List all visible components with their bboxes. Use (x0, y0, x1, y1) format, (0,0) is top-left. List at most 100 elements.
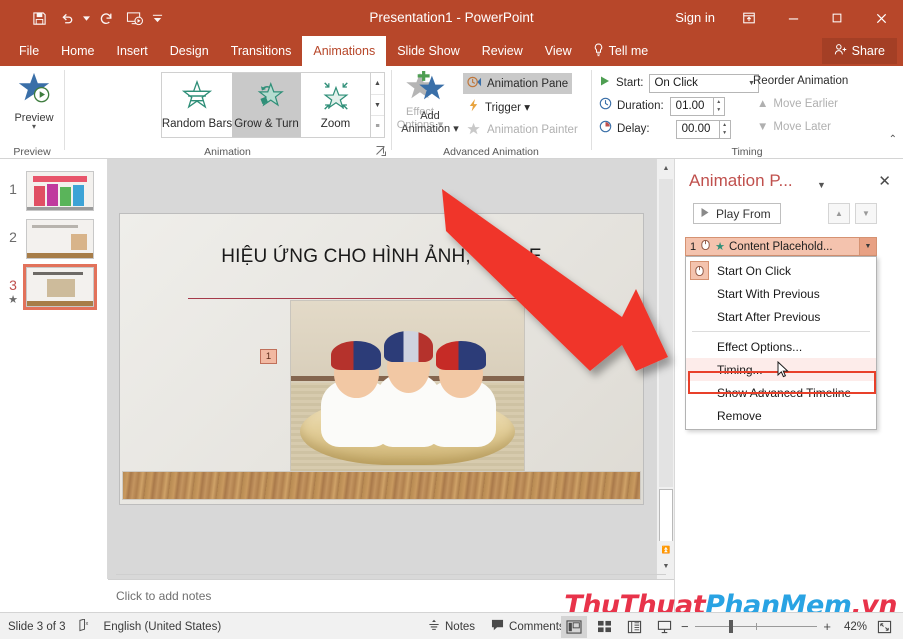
notes-button[interactable]: Notes (428, 619, 475, 634)
delay-clock-icon (599, 120, 612, 138)
menu-item-label: Start On Click (717, 263, 792, 278)
tab-animations[interactable]: Animations (302, 36, 387, 66)
canvas-vertical-scrollbar[interactable]: ▲ ▼ ⏫ ⏬ (656, 159, 675, 579)
menu-item-label: Effect Options... (717, 339, 803, 354)
sign-in-button[interactable]: Sign in (663, 0, 727, 36)
add-animation-button[interactable]: Add Animation ▾ (397, 70, 463, 144)
thumbnail-slide-2[interactable]: 2 (0, 219, 108, 259)
tell-me-label: Tell me (608, 44, 649, 58)
zoom-in-button[interactable]: + (823, 619, 831, 634)
move-animation-down-button[interactable]: ▼ (855, 203, 877, 224)
tab-file[interactable]: File (8, 36, 50, 66)
notes-splitter[interactable] (116, 574, 666, 575)
animation-item-name: Content Placehold... (729, 240, 833, 253)
start-row: Start: On Click ▼ (599, 73, 760, 93)
menu-item-effect-options[interactable]: Effect Options... (686, 335, 876, 358)
gallery-scroll-up[interactable]: ▲ (371, 73, 384, 95)
start-dropdown[interactable]: On Click ▼ (649, 73, 760, 93)
slide-indicator[interactable]: Slide 3 of 3 (8, 621, 66, 633)
trigger-button[interactable]: Trigger ▾ (463, 96, 534, 117)
tell-me-box[interactable]: Tell me (583, 36, 659, 66)
zoom-track[interactable] (694, 620, 818, 633)
ribbon-tab-bar: File Home Insert Design Transitions Anim… (0, 36, 903, 66)
menu-item-label: Start With Previous (717, 286, 820, 301)
tab-design[interactable]: Design (159, 36, 220, 66)
animation-grow-and-turn[interactable]: Grow & Turn (232, 73, 301, 137)
duration-spinner[interactable]: ▲ ▼ (713, 96, 725, 116)
slide-editing-surface[interactable]: HIỆU ỨNG CHO HÌNH ẢNH, SHAPE 1 (120, 214, 643, 504)
delay-spinner[interactable]: ▲ ▼ (719, 119, 731, 139)
normal-view-icon[interactable] (561, 615, 587, 638)
previous-slide-button[interactable]: ⏫ (657, 541, 675, 559)
language-indicator[interactable]: English (United States) (104, 621, 222, 633)
pane-options-chevron-icon[interactable]: ▼ (817, 180, 826, 190)
preview-button[interactable]: Preview ▾ (6, 70, 62, 140)
scroll-down-button[interactable]: ▼ (657, 557, 675, 575)
thumbnail-slide-1[interactable]: 1 (0, 171, 108, 211)
spell-check-icon[interactable]: x (78, 617, 92, 635)
delay-value: 00.00 (681, 123, 711, 135)
animation-item-dropdown-icon[interactable]: ▼ (859, 238, 876, 255)
reading-view-icon[interactable] (621, 616, 647, 638)
tab-review[interactable]: Review (471, 36, 534, 66)
notes-placeholder[interactable]: Click to add notes (116, 589, 211, 603)
thumbnail-slide-3[interactable]: 3 ★ (0, 264, 108, 310)
scroll-track[interactable] (659, 179, 673, 487)
tab-slide-show[interactable]: Slide Show (386, 36, 471, 66)
menu-item-remove[interactable]: Remove (686, 404, 876, 427)
status-left: Slide 3 of 3 x English (United States) (8, 613, 221, 639)
animation-zoom[interactable]: Zoom (301, 73, 370, 137)
move-animation-up-button[interactable]: ▲ (828, 203, 850, 224)
thumbnail-number: 1 (9, 181, 17, 197)
comments-button[interactable]: Comments (491, 619, 565, 634)
close-icon[interactable] (859, 0, 903, 36)
play-from-button[interactable]: Play From (693, 203, 781, 224)
thumbnail-preview[interactable] (23, 264, 97, 310)
tab-transitions[interactable]: Transitions (220, 36, 303, 66)
duration-input[interactable]: 01.00 (669, 96, 714, 116)
animation-random-bars[interactable]: Random Bars (162, 73, 232, 137)
thumbnail-number: 2 (9, 229, 17, 245)
collapse-ribbon-icon[interactable]: ⌃ (889, 134, 897, 145)
animation-random-bars-label: Random Bars (161, 118, 233, 130)
slide-title-text[interactable]: HIỆU ỨNG CHO HÌNH ẢNH, SHAPE (120, 246, 643, 268)
zoom-slider[interactable]: − + (681, 616, 831, 638)
tab-insert[interactable]: Insert (106, 36, 159, 66)
animation-order-badge[interactable]: 1 (260, 349, 277, 364)
ribbon-display-options-icon[interactable] (727, 0, 771, 36)
comment-icon (491, 619, 504, 634)
delay-input[interactable]: 00.00 (675, 119, 720, 139)
tab-home[interactable]: Home (50, 36, 105, 66)
animation-pane-toggle[interactable]: Animation Pane (463, 73, 573, 94)
scroll-up-button[interactable]: ▲ (657, 159, 675, 177)
chevron-down-icon[interactable]: ▾ (32, 123, 36, 131)
slide-wood-floor-image[interactable] (122, 471, 641, 500)
animation-pane-icon (467, 75, 482, 92)
close-pane-icon[interactable]: ✕ (878, 172, 891, 190)
gallery-more-button[interactable]: ≡ (371, 116, 384, 137)
minimize-icon[interactable] (771, 0, 815, 36)
fit-to-window-icon[interactable] (871, 616, 897, 638)
menu-item-start-after-previous[interactable]: Start After Previous (686, 305, 876, 328)
window-controls: Sign in (663, 0, 903, 36)
share-button[interactable]: Share (821, 38, 897, 64)
zoom-handle[interactable] (728, 620, 733, 633)
thumbnail-preview[interactable] (26, 219, 94, 259)
menu-item-start-on-click[interactable]: Start On Click (686, 259, 876, 282)
slide-image-babies[interactable] (290, 300, 525, 476)
zoom-percent-label[interactable]: 42% (835, 621, 867, 633)
zoom-out-button[interactable]: − (681, 619, 689, 634)
svg-text:x: x (85, 621, 88, 627)
thumbnail-preview[interactable] (26, 171, 94, 211)
duration-label: Duration: (617, 100, 664, 112)
animation-list-item[interactable]: 1 ★ Content Placehold... ▼ (685, 237, 877, 256)
slide-show-view-icon[interactable] (651, 616, 677, 638)
menu-item-show-advanced-timeline[interactable]: Show Advanced Timeline (686, 381, 876, 404)
tab-view[interactable]: View (534, 36, 583, 66)
menu-item-start-with-previous[interactable]: Start With Previous (686, 282, 876, 305)
gallery-scroll-down[interactable]: ▼ (371, 95, 384, 117)
slide-sorter-view-icon[interactable] (591, 616, 617, 638)
random-bars-icon (180, 79, 214, 117)
notes-label: Notes (445, 620, 476, 633)
maximize-icon[interactable] (815, 0, 859, 36)
